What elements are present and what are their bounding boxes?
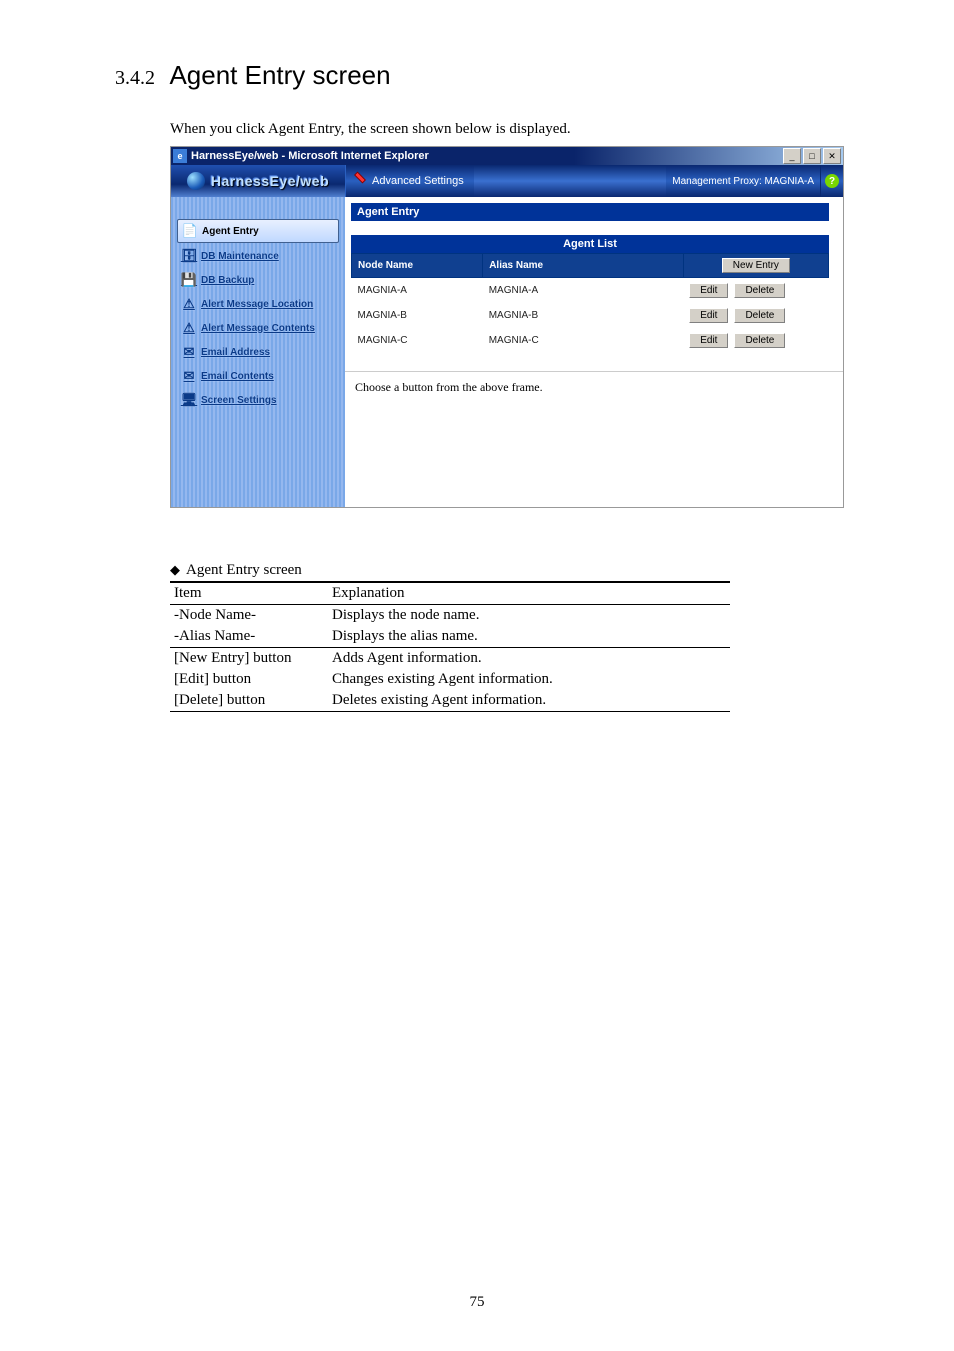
- sidebar-item-db-maintenance[interactable]: 🗄DB Maintenance: [177, 245, 339, 267]
- header-spacer: [474, 165, 667, 197]
- edit-button[interactable]: Edit: [689, 283, 728, 298]
- agent-list-title: Agent List: [351, 235, 829, 253]
- col-alias-name: Alias Name: [483, 254, 684, 278]
- sidebar-item-icon: ⚠: [179, 295, 199, 313]
- cell-alias-name: MAGNIA-B: [483, 303, 684, 328]
- sidebar-item-label: Alert Message Contents: [201, 323, 315, 334]
- sidebar-item-label: Agent Entry: [202, 226, 259, 237]
- minimize-button[interactable]: _: [783, 148, 801, 164]
- help-button[interactable]: ?: [820, 165, 843, 197]
- sidebar-item-label: Email Address: [201, 347, 270, 358]
- table-row: MAGNIA-AMAGNIA-A Edit Delete: [352, 278, 829, 304]
- browser-window: e HarnessEye/web - Microsoft Internet Ex…: [170, 146, 844, 508]
- sidebar-item-db-backup[interactable]: 💾DB Backup: [177, 269, 339, 291]
- sidebar-item-alert-message-contents[interactable]: ⚠Alert Message Contents: [177, 317, 339, 339]
- explain-row: [New Entry] buttonAdds Agent information…: [170, 648, 730, 670]
- cell-node-name: MAGNIA-C: [352, 328, 483, 353]
- sidebar-item-screen-settings[interactable]: 🖥Screen Settings: [177, 389, 339, 411]
- window-titlebar: e HarnessEye/web - Microsoft Internet Ex…: [171, 147, 843, 165]
- intro-text: When you click Agent Entry, the screen s…: [170, 121, 844, 138]
- explain-item: -Node Name-: [170, 605, 328, 627]
- ie-icon: e: [173, 149, 187, 163]
- maximize-button[interactable]: □: [803, 148, 821, 164]
- new-entry-button[interactable]: New Entry: [722, 258, 790, 273]
- sidebar-item-icon: 🖥: [179, 391, 199, 409]
- explain-row: -Alias Name-Displays the alias name.: [170, 626, 730, 648]
- cell-node-name: MAGNIA-B: [352, 303, 483, 328]
- cell-actions: Edit Delete: [683, 278, 828, 304]
- sidebar-item-icon: 🗄: [179, 247, 199, 265]
- sidebar-item-agent-entry[interactable]: 📄Agent Entry: [177, 219, 339, 243]
- advanced-settings-menu[interactable]: Advanced Settings: [345, 165, 474, 197]
- sidebar-item-icon: ✉: [179, 367, 199, 385]
- sidebar-item-icon: 💾: [179, 271, 199, 289]
- cell-node-name: MAGNIA-A: [352, 278, 483, 304]
- management-proxy-label: Management Proxy: MAGNIA-A: [666, 165, 820, 197]
- explain-explanation: Adds Agent information.: [328, 648, 730, 670]
- app-brand: HarnessEye/web: [171, 165, 345, 197]
- advanced-settings-label: Advanced Settings: [372, 175, 464, 187]
- section-heading: 3.4.2 Agent Entry screen: [115, 60, 844, 91]
- sidebar-item-label: DB Backup: [201, 275, 254, 286]
- explain-caption: ◆ Agent Entry screen: [170, 562, 844, 579]
- sidebar-item-icon: ⚠: [179, 319, 199, 337]
- explain-row: [Delete] buttonDeletes existing Agent in…: [170, 690, 730, 712]
- agent-list-table: Node Name Alias Name New Entry MAGNIA-AM…: [351, 253, 829, 353]
- sidebar: 📄Agent Entry🗄DB Maintenance💾DB Backup⚠Al…: [171, 197, 345, 507]
- explain-row: [Edit] buttonChanges existing Agent info…: [170, 669, 730, 690]
- col-node-name: Node Name: [352, 254, 483, 278]
- sidebar-item-icon: 📄: [180, 222, 200, 240]
- explain-item: [New Entry] button: [170, 648, 328, 670]
- sidebar-item-alert-message-location[interactable]: ⚠Alert Message Location: [177, 293, 339, 315]
- page-number: 75: [0, 1294, 954, 1311]
- delete-button[interactable]: Delete: [734, 283, 785, 298]
- sidebar-item-email-contents[interactable]: ✉Email Contents: [177, 365, 339, 387]
- window-title: HarnessEye/web - Microsoft Internet Expl…: [191, 150, 781, 162]
- cell-actions: Edit Delete: [683, 303, 828, 328]
- help-icon: ?: [825, 174, 839, 188]
- cell-alias-name: MAGNIA-C: [483, 328, 684, 353]
- edit-button[interactable]: Edit: [689, 308, 728, 323]
- explain-explanation: Displays the alias name.: [328, 626, 730, 648]
- explain-table: Item Explanation -Node Name-Displays the…: [170, 581, 730, 712]
- diamond-icon: ◆: [170, 562, 180, 577]
- globe-icon: [187, 172, 205, 190]
- cell-actions: Edit Delete: [683, 328, 828, 353]
- sidebar-item-label: Screen Settings: [201, 395, 277, 406]
- content-hint: Choose a button from the above frame.: [345, 371, 843, 507]
- table-row: MAGNIA-CMAGNIA-C Edit Delete: [352, 328, 829, 353]
- sidebar-item-label: DB Maintenance: [201, 251, 279, 262]
- explain-explanation: Deletes existing Agent information.: [328, 690, 730, 712]
- cell-alias-name: MAGNIA-A: [483, 278, 684, 304]
- sidebar-item-icon: ✉: [179, 343, 199, 361]
- delete-button[interactable]: Delete: [734, 333, 785, 348]
- sidebar-item-label: Alert Message Location: [201, 299, 313, 310]
- wrench-icon: [352, 173, 368, 189]
- edit-button[interactable]: Edit: [689, 333, 728, 348]
- close-button[interactable]: ✕: [823, 148, 841, 164]
- panel-title: Agent Entry: [351, 203, 829, 221]
- explain-item: [Delete] button: [170, 690, 328, 712]
- table-row: MAGNIA-BMAGNIA-B Edit Delete: [352, 303, 829, 328]
- app-header: HarnessEye/web Advanced Settings Managem…: [171, 165, 843, 197]
- section-title: Agent Entry screen: [169, 60, 390, 90]
- explain-explanation: Changes existing Agent information.: [328, 669, 730, 690]
- explain-item: -Alias Name-: [170, 626, 328, 648]
- delete-button[interactable]: Delete: [734, 308, 785, 323]
- sidebar-item-email-address[interactable]: ✉Email Address: [177, 341, 339, 363]
- explain-explanation: Displays the node name.: [328, 605, 730, 627]
- explain-caption-text: Agent Entry screen: [186, 562, 302, 578]
- explain-header-explanation: Explanation: [328, 582, 730, 605]
- explain-item: [Edit] button: [170, 669, 328, 690]
- explain-row: -Node Name-Displays the node name.: [170, 605, 730, 627]
- explain-header-item: Item: [170, 582, 328, 605]
- brand-text: HarnessEye/web: [211, 173, 329, 189]
- content-area: Agent Entry Agent List Node Name Alias N…: [345, 197, 843, 507]
- sidebar-item-label: Email Contents: [201, 371, 274, 382]
- section-number: 3.4.2: [115, 67, 155, 89]
